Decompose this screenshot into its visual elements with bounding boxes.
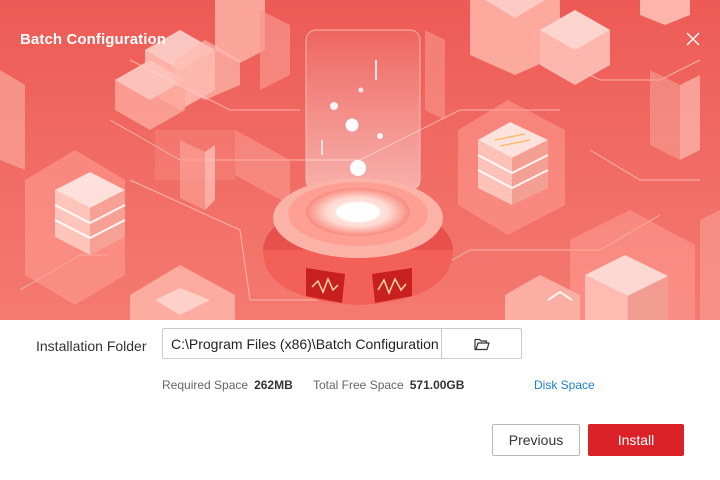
- folder-open-icon: [473, 338, 490, 350]
- window-title: Batch Configuration: [20, 31, 167, 48]
- required-space: Required Space 262MB: [162, 378, 293, 392]
- close-button[interactable]: [684, 30, 702, 48]
- install-button[interactable]: Install: [588, 424, 684, 456]
- required-space-label: Required Space: [162, 378, 249, 392]
- browse-folder-button[interactable]: [441, 329, 521, 358]
- disk-space-link[interactable]: Disk Space: [534, 378, 595, 392]
- free-space-label: Total Free Space: [313, 378, 404, 392]
- banner-illustration: [0, 0, 720, 320]
- installation-path-input[interactable]: [163, 329, 441, 358]
- free-space: Total Free Space 571.00GB: [313, 378, 464, 392]
- banner: Batch Configuration: [0, 0, 720, 320]
- installation-folder-label: Installation Folder: [36, 338, 147, 354]
- required-space-value: 262MB: [254, 378, 293, 392]
- previous-button[interactable]: Previous: [492, 424, 580, 456]
- installation-path-field: [162, 328, 522, 359]
- close-icon: [686, 32, 700, 46]
- free-space-value: 571.00GB: [409, 378, 465, 392]
